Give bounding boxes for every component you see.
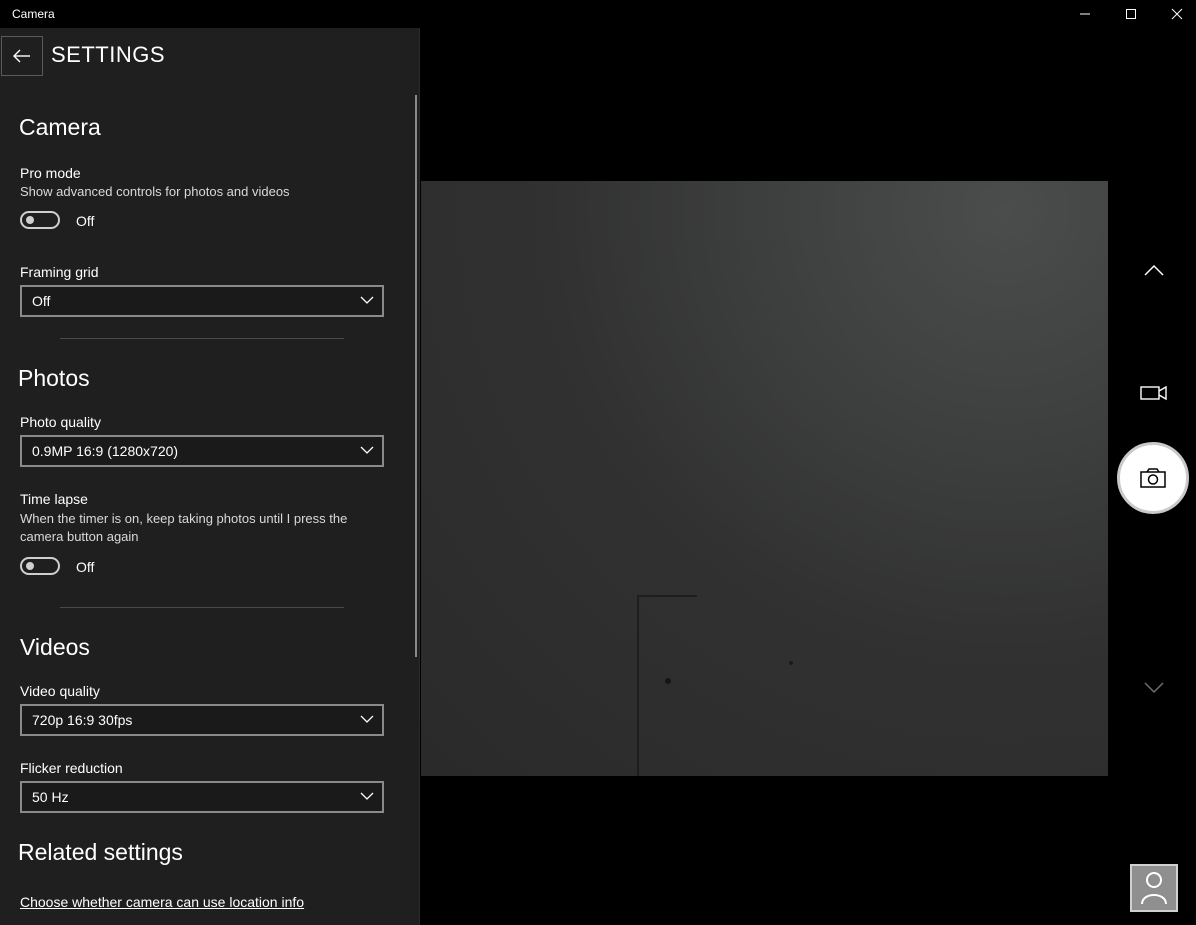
framing-grid-label: Framing grid bbox=[20, 264, 99, 280]
chevron-down-icon bbox=[1144, 682, 1164, 694]
flicker-reduction-label: Flicker reduction bbox=[20, 760, 123, 776]
back-button[interactable] bbox=[1, 36, 43, 76]
camera-heading: Camera bbox=[19, 114, 101, 140]
flicker-reduction-value: 50 Hz bbox=[32, 789, 69, 805]
chevron-down-icon bbox=[360, 715, 374, 723]
time-lapse-description-line1: When the timer is on, keep taking photos… bbox=[20, 511, 348, 526]
video-mode-button[interactable] bbox=[1136, 378, 1172, 408]
photo-camera-icon bbox=[1140, 468, 1166, 488]
location-info-link[interactable]: Choose whether camera can use location i… bbox=[20, 894, 304, 910]
preview-spot bbox=[789, 661, 793, 665]
time-lapse-toggle[interactable] bbox=[20, 557, 60, 575]
time-lapse-state: Off bbox=[76, 559, 95, 575]
title-bar: Camera bbox=[0, 0, 1196, 28]
pro-mode-state: Off bbox=[76, 213, 95, 229]
scrollbar[interactable] bbox=[415, 95, 417, 657]
photos-heading: Photos bbox=[18, 365, 90, 391]
app-title: Camera bbox=[12, 7, 55, 21]
chevron-up-icon bbox=[1144, 264, 1164, 276]
watermark-logo bbox=[1130, 864, 1178, 912]
photo-quality-label: Photo quality bbox=[20, 414, 101, 430]
settings-title: SETTINGS bbox=[51, 42, 166, 67]
video-quality-value: 720p 16:9 30fps bbox=[32, 712, 133, 728]
time-lapse-label: Time lapse bbox=[20, 491, 88, 507]
photo-quality-dropdown[interactable]: 0.9MP 16:9 (1280x720) bbox=[20, 435, 384, 467]
section-divider bbox=[60, 607, 344, 608]
chevron-down-icon bbox=[360, 296, 374, 304]
pro-mode-toggle[interactable] bbox=[20, 211, 60, 229]
minimize-icon bbox=[1080, 13, 1090, 15]
camera-preview bbox=[421, 181, 1108, 776]
toggle-knob bbox=[26, 216, 34, 224]
video-quality-label: Video quality bbox=[20, 683, 100, 699]
close-button[interactable] bbox=[1154, 0, 1196, 28]
chevron-down-icon bbox=[360, 446, 374, 454]
pro-mode-description: Show advanced controls for photos and vi… bbox=[20, 184, 290, 199]
time-lapse-description-line2: camera button again bbox=[20, 529, 139, 544]
section-divider bbox=[60, 338, 344, 339]
preview-spot bbox=[665, 678, 671, 684]
back-arrow-icon bbox=[13, 49, 30, 63]
videos-heading: Videos bbox=[20, 634, 90, 660]
preview-doorframe bbox=[637, 595, 697, 776]
chevron-down-icon bbox=[360, 792, 374, 800]
photo-quality-value: 0.9MP 16:9 (1280x720) bbox=[32, 443, 179, 459]
settings-panel: SETTINGS Camera Pro mode Show advanced c… bbox=[0, 28, 420, 925]
flicker-reduction-dropdown[interactable]: 50 Hz bbox=[20, 781, 384, 813]
related-settings-heading: Related settings bbox=[18, 839, 183, 865]
scroll-down-button[interactable] bbox=[1138, 674, 1170, 702]
close-icon bbox=[1171, 8, 1183, 20]
take-photo-button[interactable] bbox=[1117, 442, 1189, 514]
person-icon bbox=[1141, 872, 1167, 905]
video-camera-icon bbox=[1140, 385, 1167, 401]
maximize-button[interactable] bbox=[1108, 0, 1154, 28]
maximize-icon bbox=[1126, 9, 1136, 19]
framing-grid-value: Off bbox=[32, 293, 51, 309]
toggle-knob bbox=[26, 562, 34, 570]
framing-grid-dropdown[interactable]: Off bbox=[20, 285, 384, 317]
scroll-up-button[interactable] bbox=[1138, 256, 1170, 284]
video-quality-dropdown[interactable]: 720p 16:9 30fps bbox=[20, 704, 384, 736]
minimize-button[interactable] bbox=[1062, 0, 1108, 28]
pro-mode-label: Pro mode bbox=[20, 165, 81, 181]
